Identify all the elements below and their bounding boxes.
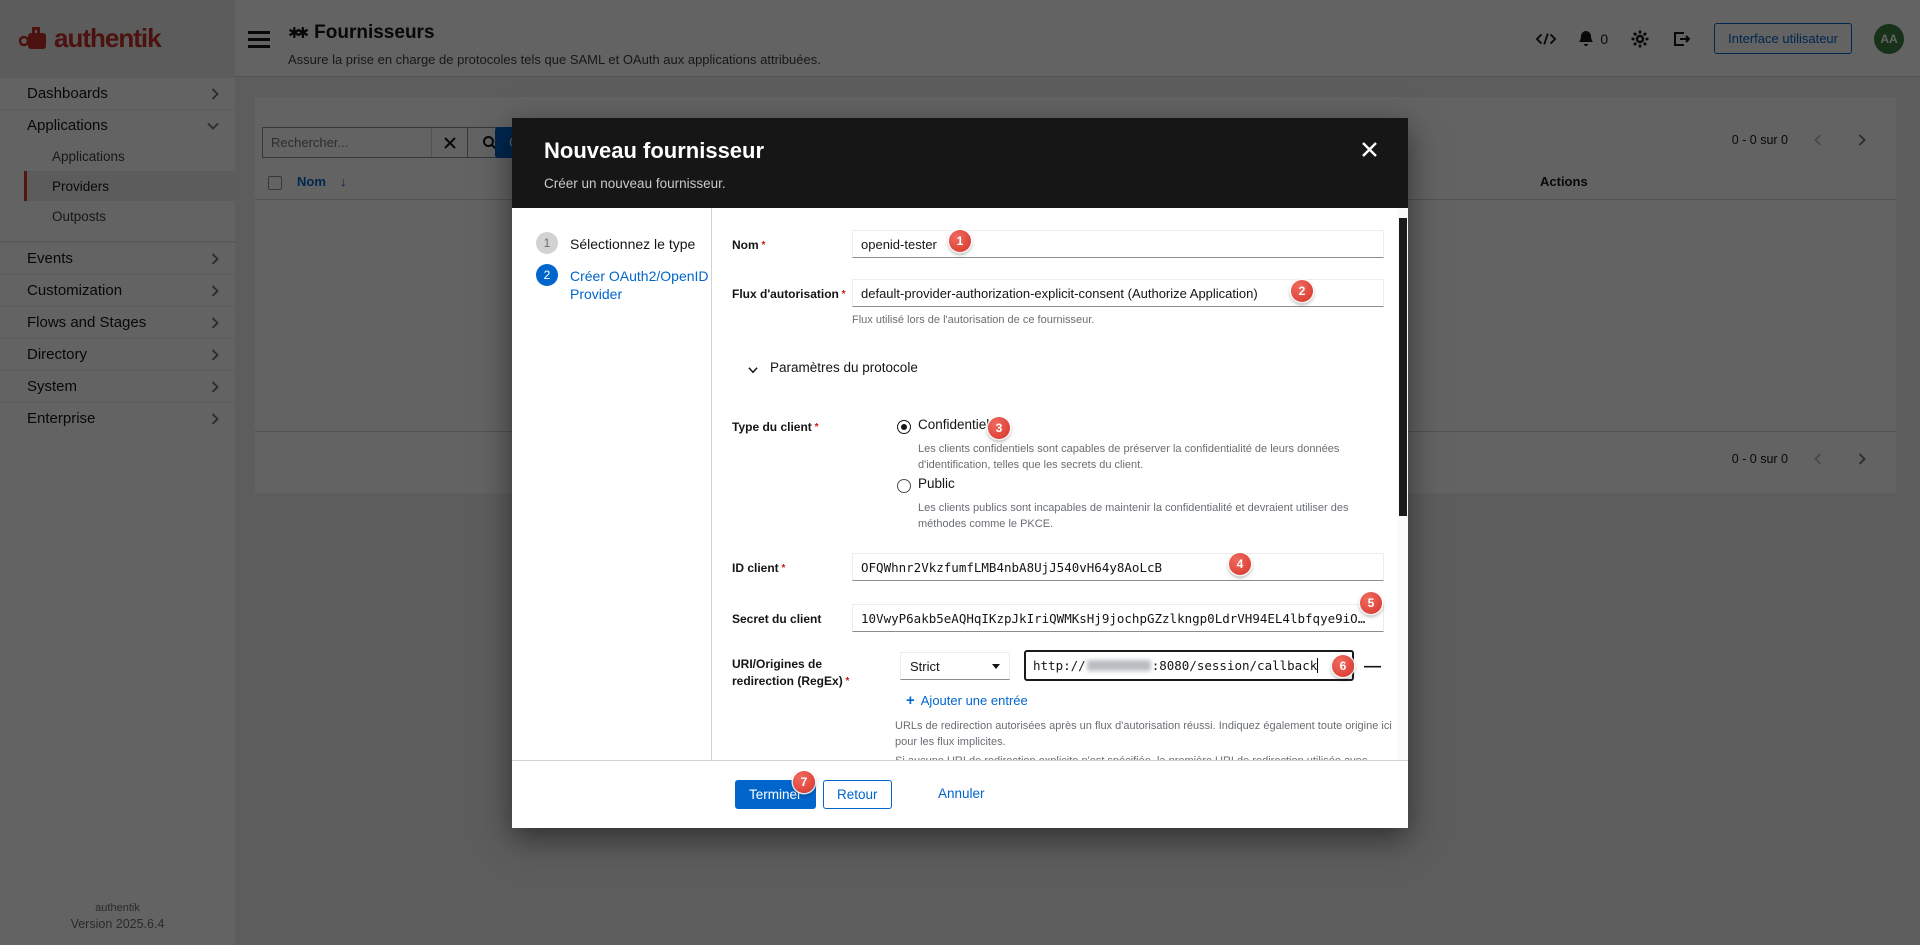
client-secret-input[interactable] bbox=[852, 604, 1384, 632]
text-cursor bbox=[1317, 658, 1319, 673]
protocol-settings-section[interactable]: Paramètres du protocole bbox=[770, 360, 918, 375]
redirect-mode-value: Strict bbox=[910, 658, 940, 674]
step-number: 1 bbox=[536, 232, 558, 254]
client-id-label: ID client bbox=[732, 560, 785, 577]
back-button[interactable]: Retour bbox=[823, 780, 892, 809]
annotation-badge-5: 5 bbox=[1360, 592, 1382, 614]
public-help: Les clients publics sont incapables de m… bbox=[918, 502, 1349, 530]
url-prefix: http:// bbox=[1033, 658, 1086, 673]
modal-footer: Terminer Retour Annuler bbox=[512, 760, 1408, 828]
client-type-label: Type du client bbox=[732, 419, 818, 436]
add-entry-label: Ajouter une entrée bbox=[920, 693, 1028, 708]
annotation-badge-7: 7 bbox=[793, 771, 815, 793]
step-number: 2 bbox=[536, 264, 558, 286]
remove-entry-button[interactable]: — bbox=[1364, 656, 1381, 676]
annotation-badge-1: 1 bbox=[949, 230, 971, 252]
wizard-step-create-oauth2[interactable]: 2 Créer OAuth2/OpenID Provider bbox=[536, 264, 710, 303]
close-modal-button[interactable] bbox=[1362, 142, 1380, 160]
modal-scrollbar-thumb[interactable] bbox=[1399, 218, 1407, 516]
plus-icon: + bbox=[906, 692, 915, 709]
step-label: Sélectionnez le type bbox=[570, 236, 696, 252]
annotation-badge-2: 2 bbox=[1291, 280, 1313, 302]
add-entry-link[interactable]: + Ajouter une entrée bbox=[906, 692, 1028, 709]
client-secret-label: Secret du client bbox=[732, 612, 822, 626]
app-root: authentik ✱✱ Fournisseurs Assure la pris… bbox=[0, 0, 1920, 945]
wizard-steps-nav: 1 Sélectionnez le type 2 Créer OAuth2/Op… bbox=[512, 208, 712, 760]
client-id-input[interactable] bbox=[852, 553, 1384, 581]
cancel-link[interactable]: Annuler bbox=[938, 786, 985, 801]
redacted-host bbox=[1086, 660, 1151, 671]
redirect-help-2: Si aucune URI de redirection explicite n… bbox=[895, 753, 1395, 760]
flux-label: Flux d'autorisation bbox=[732, 286, 846, 303]
annotation-badge-3: 3 bbox=[988, 417, 1010, 439]
modal-subtitle: Créer un nouveau fournisseur. bbox=[544, 176, 726, 191]
close-icon bbox=[1362, 142, 1377, 157]
url-suffix: :8080/session/callback bbox=[1151, 658, 1318, 673]
radio-confidential-label[interactable]: Confidentiel bbox=[918, 417, 989, 432]
redirect-uri-input[interactable]: http:// :8080/session/callback bbox=[1024, 650, 1354, 681]
nom-label: Nom bbox=[732, 237, 765, 254]
radio-public[interactable] bbox=[897, 479, 911, 493]
annotation-badge-6: 6 bbox=[1332, 655, 1354, 677]
modal-body: 1 Sélectionnez le type 2 Créer OAuth2/Op… bbox=[512, 208, 1408, 760]
modal-header: Nouveau fournisseur Créer un nouveau fou… bbox=[512, 118, 1408, 208]
radio-public-label[interactable]: Public bbox=[918, 476, 955, 491]
redirect-mode-select[interactable]: Strict bbox=[900, 652, 1010, 680]
caret-down-icon bbox=[992, 663, 1000, 669]
step-label: Créer OAuth2/OpenID Provider bbox=[570, 268, 709, 302]
redirect-uri-label: URI/Origines de redirection (RegEx) bbox=[732, 656, 854, 690]
redirect-help-1: URLs de redirection autorisées après un … bbox=[895, 720, 1392, 748]
annotation-badge-4: 4 bbox=[1229, 553, 1251, 575]
nom-input[interactable] bbox=[852, 230, 1384, 258]
flux-help: Flux utilisé lors de l'autorisation de c… bbox=[852, 314, 1095, 326]
modal-title: Nouveau fournisseur bbox=[544, 138, 765, 163]
confidential-help: Les clients confidentiels sont capables … bbox=[918, 443, 1340, 471]
radio-confidential[interactable] bbox=[897, 420, 911, 434]
wizard-step-select-type[interactable]: 1 Sélectionnez le type bbox=[536, 232, 710, 254]
new-provider-modal: Nouveau fournisseur Créer un nouveau fou… bbox=[512, 118, 1408, 828]
section-collapse-icon[interactable] bbox=[748, 365, 758, 375]
